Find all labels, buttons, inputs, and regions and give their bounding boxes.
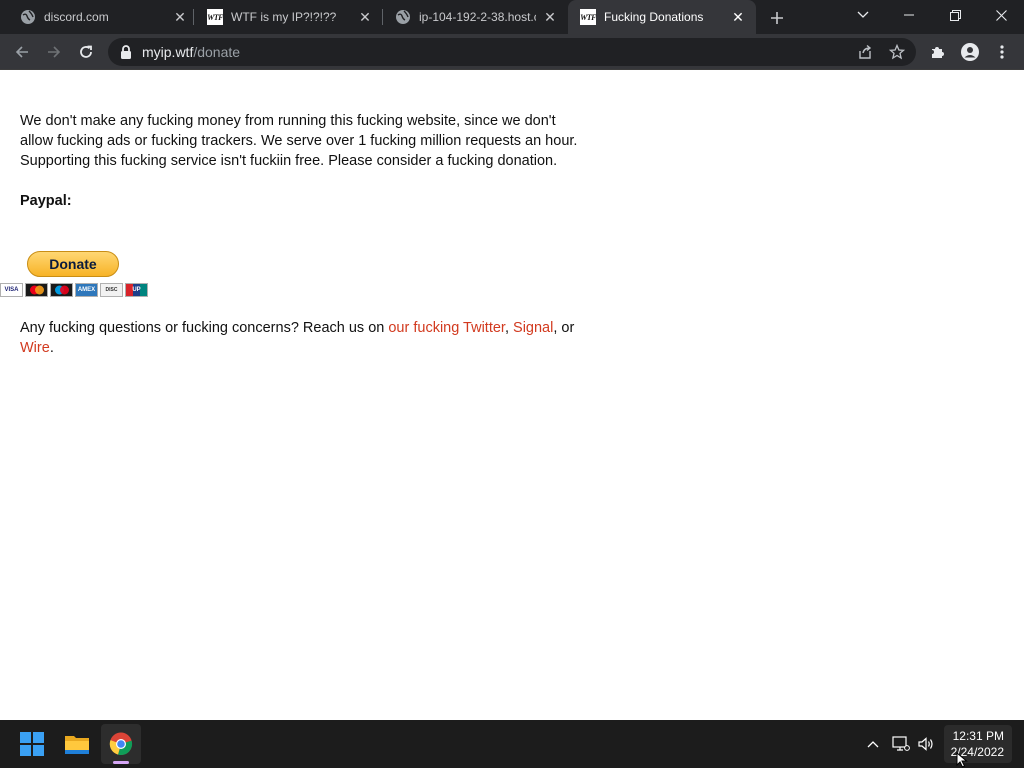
kebab-menu-icon	[1000, 45, 1004, 59]
tab-fucking-donations[interactable]: WTF Fucking Donations ✕	[568, 0, 756, 34]
clock-time: 12:31 PM	[952, 729, 1004, 743]
tab-wtf-is-my-ip[interactable]: WTF WTF is my IP?!?!?? ✕	[195, 0, 383, 34]
arrow-left-icon	[15, 46, 28, 58]
contact-separator: , or	[553, 320, 575, 336]
clock-date: 2/24/2022	[950, 745, 1004, 759]
restore-icon	[949, 9, 961, 21]
windows-taskbar: 12:31 PM 2/24/2022	[0, 720, 1024, 768]
lock-icon[interactable]	[118, 44, 134, 60]
plus-icon	[771, 12, 783, 24]
address-bar[interactable]: myip.wtf/donate	[108, 38, 916, 66]
payment-card-logos: VISA AMEX DISC UP	[0, 283, 148, 297]
visa-card-icon: VISA	[0, 283, 23, 297]
chrome-icon[interactable]	[101, 724, 141, 764]
discover-card-icon: DISC	[100, 283, 123, 297]
wtf-favicon-icon: WTF	[580, 9, 596, 25]
page-content: We don't make any fucking money from run…	[0, 71, 1024, 720]
chevron-down-icon	[857, 11, 869, 18]
forward-button[interactable]	[42, 40, 66, 64]
minimize-icon	[904, 14, 914, 16]
back-button[interactable]	[10, 40, 34, 64]
share-icon[interactable]	[856, 43, 874, 61]
reload-icon	[80, 45, 92, 58]
system-clock[interactable]: 12:31 PM 2/24/2022	[944, 725, 1012, 763]
menu-button[interactable]	[990, 40, 1014, 64]
close-icon	[995, 9, 1007, 21]
new-tab-button[interactable]	[766, 7, 788, 29]
mastercard-icon	[25, 283, 48, 297]
tab-discord[interactable]: discord.com ✕	[8, 0, 198, 34]
unionpay-card-icon: UP	[125, 283, 148, 297]
url-domain: myip.wtf	[142, 44, 194, 60]
reload-button[interactable]	[74, 40, 98, 64]
close-window-button[interactable]	[978, 0, 1024, 30]
tab-title: ip-104-192-2-38.host.c	[419, 10, 536, 24]
minimize-button[interactable]	[886, 0, 932, 30]
contact-paragraph: Any fucking questions or fucking concern…	[20, 318, 590, 358]
tab-title: discord.com	[44, 10, 109, 24]
globe-icon	[20, 9, 36, 25]
close-tab-icon[interactable]: ✕	[542, 9, 558, 25]
windows-start-icon[interactable]	[12, 724, 52, 764]
contact-separator: ,	[504, 320, 514, 336]
restore-button[interactable]	[932, 0, 978, 30]
avatar-icon	[961, 43, 979, 61]
tab-title: Fucking Donations	[604, 10, 704, 24]
donate-button[interactable]: Donate	[27, 251, 119, 277]
active-app-indicator	[113, 761, 129, 764]
signal-link[interactable]: Signal	[513, 320, 553, 336]
network-icon[interactable]	[891, 734, 911, 754]
tab-strip: discord.com ✕ WTF WTF is my IP?!?!?? ✕ i…	[0, 0, 1024, 34]
globe-icon	[395, 9, 411, 25]
amex-card-icon: AMEX	[75, 283, 98, 297]
url-path: /donate	[193, 44, 241, 60]
mouse-cursor-icon	[956, 752, 968, 768]
tab-title: WTF is my IP?!?!??	[231, 10, 337, 24]
wire-link[interactable]: Wire	[20, 340, 50, 356]
tab-search-button[interactable]	[840, 0, 886, 30]
tab-divider	[193, 9, 194, 25]
tab-ip-host[interactable]: ip-104-192-2-38.host.c ✕	[383, 0, 568, 34]
donation-article: We don't make any fucking money from run…	[20, 111, 580, 231]
wtf-favicon-icon: WTF	[207, 9, 223, 25]
bookmark-star-icon[interactable]	[888, 43, 906, 61]
arrow-right-icon	[48, 46, 61, 58]
twitter-link[interactable]: our fucking Twitter	[388, 320, 505, 336]
browser-toolbar: myip.wtf/donate	[0, 34, 1024, 70]
intro-paragraph: We don't make any fucking money from run…	[20, 113, 578, 169]
volume-icon[interactable]	[916, 734, 936, 754]
puzzle-icon	[932, 47, 944, 58]
close-tab-icon[interactable]: ✕	[172, 9, 188, 25]
paypal-label: Paypal:	[20, 193, 72, 209]
close-tab-icon[interactable]: ✕	[357, 9, 373, 25]
url-text[interactable]: myip.wtf/donate	[142, 44, 240, 60]
close-tab-icon[interactable]: ✕	[730, 9, 746, 25]
maestro-card-icon	[50, 283, 73, 297]
contact-prefix: Any fucking questions or fucking concern…	[20, 320, 389, 336]
chevron-up-icon[interactable]	[863, 734, 883, 754]
extensions-button[interactable]	[926, 40, 950, 64]
paypal-donate-widget: Donate VISA AMEX DISC UP	[0, 251, 148, 299]
contact-suffix: .	[49, 340, 54, 356]
file-explorer-icon[interactable]	[57, 724, 97, 764]
profile-button[interactable]	[958, 40, 982, 64]
